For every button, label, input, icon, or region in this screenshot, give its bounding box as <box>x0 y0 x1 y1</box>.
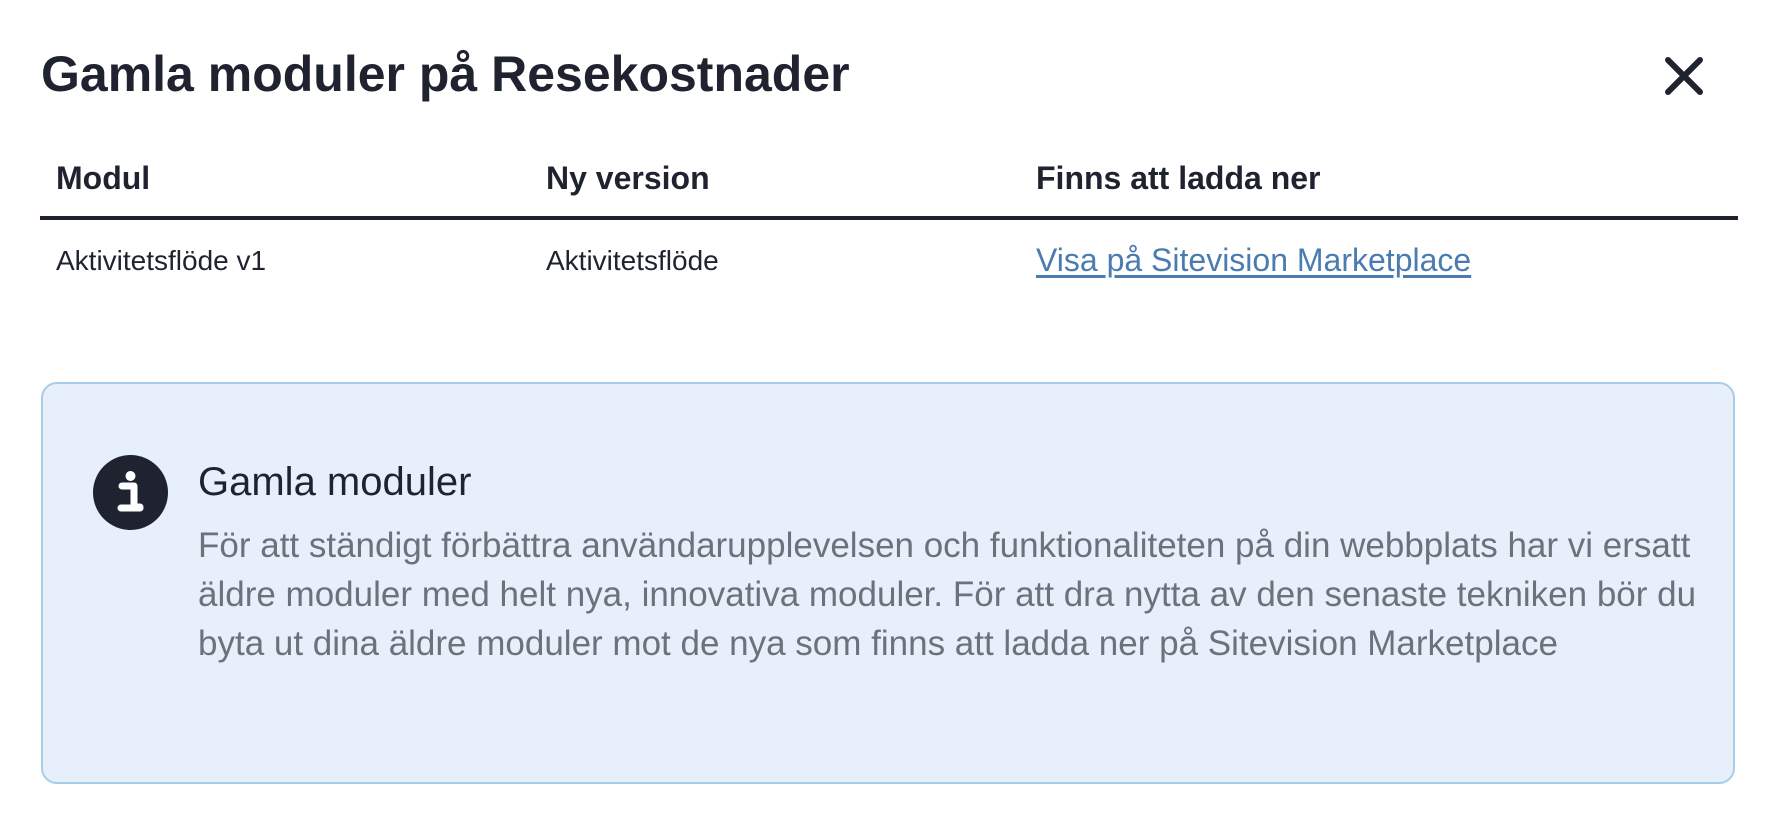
info-notice: Gamla moduler För att ständigt förbättra… <box>41 382 1735 784</box>
modules-table: Modul Ny version Finns att ladda ner Akt… <box>40 150 1738 297</box>
dialog-title: Gamla moduler på Resekostnader <box>41 46 850 102</box>
column-header-modul: Modul <box>40 150 530 220</box>
info-title: Gamla moduler <box>198 460 472 504</box>
column-header-download: Finns att ladda ner <box>1020 150 1738 220</box>
column-header-ny-version: Ny version <box>530 150 1020 220</box>
marketplace-link[interactable]: Visa på Sitevision Marketplace <box>1036 242 1471 278</box>
table-header-row: Modul Ny version Finns att ladda ner <box>40 150 1738 220</box>
table-row: Aktivitetsflöde v1 Aktivitetsflöde Visa … <box>40 218 1738 297</box>
close-icon <box>1652 44 1716 108</box>
info-icon <box>93 455 168 530</box>
info-text: För att ständigt förbättra användarupple… <box>198 526 1697 663</box>
close-button[interactable] <box>1652 44 1716 108</box>
old-modules-dialog: Gamla moduler på Resekostnader Modul Ny … <box>0 0 1778 826</box>
cell-modul: Aktivitetsflöde v1 <box>56 244 267 276</box>
cell-ny-version: Aktivitetsflöde <box>546 244 719 276</box>
cell-download: Visa på Sitevision Marketplace <box>1020 218 1738 297</box>
